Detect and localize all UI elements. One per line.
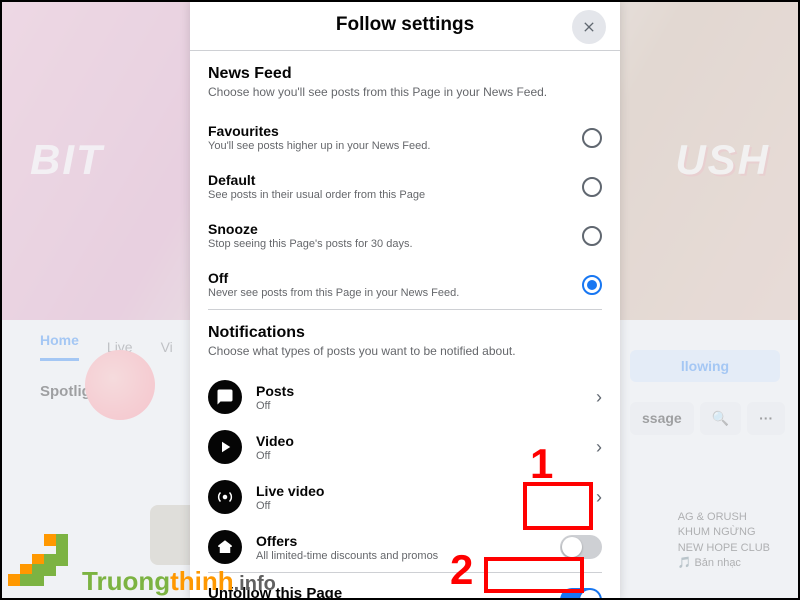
- annotation-number-1: 1: [530, 440, 553, 488]
- annotation-box-1: [523, 482, 593, 530]
- watermark-logo: Truongthinh.info: [8, 534, 276, 594]
- logo-icon: [8, 534, 80, 594]
- annotation-box-2: [484, 557, 584, 593]
- logo-text: Truongthinh.info: [82, 568, 276, 594]
- annotation-number-2: 2: [450, 546, 473, 594]
- image-frame: [0, 0, 800, 600]
